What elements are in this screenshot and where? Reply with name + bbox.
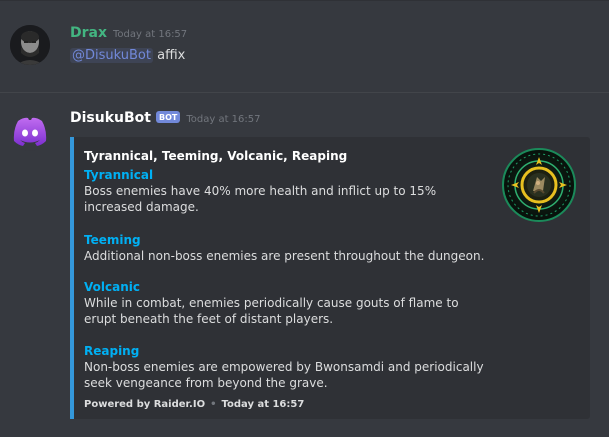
message-drax: Drax Today at 16:57 @DisukuBot affix <box>0 17 609 77</box>
message-header: DisukuBot BOT Today at 16:57 <box>70 110 261 126</box>
username[interactable]: Drax <box>70 25 107 41</box>
mythic-keystone-icon <box>502 148 576 222</box>
message-divider <box>0 92 609 93</box>
footer-separator: • <box>210 399 217 410</box>
discord-logo-icon <box>13 117 47 146</box>
message-header: Drax Today at 16:57 <box>70 25 187 41</box>
username[interactable]: DisukuBot <box>70 110 151 126</box>
footer-timestamp: Today at 16:57 <box>221 399 305 410</box>
user-mention[interactable]: @DisukuBot <box>70 48 153 63</box>
field-name: Volcanic <box>84 280 140 294</box>
field-name: Reaping <box>84 344 140 358</box>
avatar[interactable] <box>10 25 50 65</box>
field-name: Teeming <box>84 233 141 247</box>
rich-embed: Tyrannical, Teeming, Volcanic, Reaping T… <box>70 137 590 419</box>
embed-field-reaping: Reaping Non-boss enemies are empowered b… <box>84 344 494 391</box>
embed-field-volcanic: Volcanic While in combat, enemies period… <box>84 280 494 327</box>
embed-title: Tyrannical, Teeming, Volcanic, Reaping <box>84 149 348 163</box>
message-disukubot: DisukuBot BOT Today at 16:57 Tyrannical,… <box>0 101 609 431</box>
field-name: Tyrannical <box>84 168 154 182</box>
embed-footer: Powered by Raider.IO • Today at 16:57 <box>84 399 304 410</box>
message-content: @DisukuBot affix <box>70 48 185 63</box>
field-value: Non-boss enemies are empowered by Bwonsa… <box>84 360 484 390</box>
embed-field-teeming: Teeming Additional non-boss enemies are … <box>84 233 494 264</box>
field-value: While in combat, enemies periodically ca… <box>84 296 459 326</box>
message-text: affix <box>157 48 186 63</box>
chat-area: Drax Today at 16:57 @DisukuBot affix Dis… <box>0 0 609 437</box>
bot-tag: BOT <box>155 111 181 123</box>
embed-field-tyrannical: Tyrannical Boss enemies have 40% more he… <box>84 168 494 215</box>
field-value: Boss enemies have 40% more health and in… <box>84 184 437 214</box>
timestamp: Today at 16:57 <box>186 114 261 125</box>
embed-thumbnail[interactable] <box>501 147 577 223</box>
avatar[interactable] <box>10 111 50 151</box>
user-avatar-icon <box>10 25 50 65</box>
footer-text: Powered by Raider.IO <box>84 399 206 410</box>
field-value: Additional non-boss enemies are present … <box>84 249 485 263</box>
timestamp: Today at 16:57 <box>113 29 188 40</box>
